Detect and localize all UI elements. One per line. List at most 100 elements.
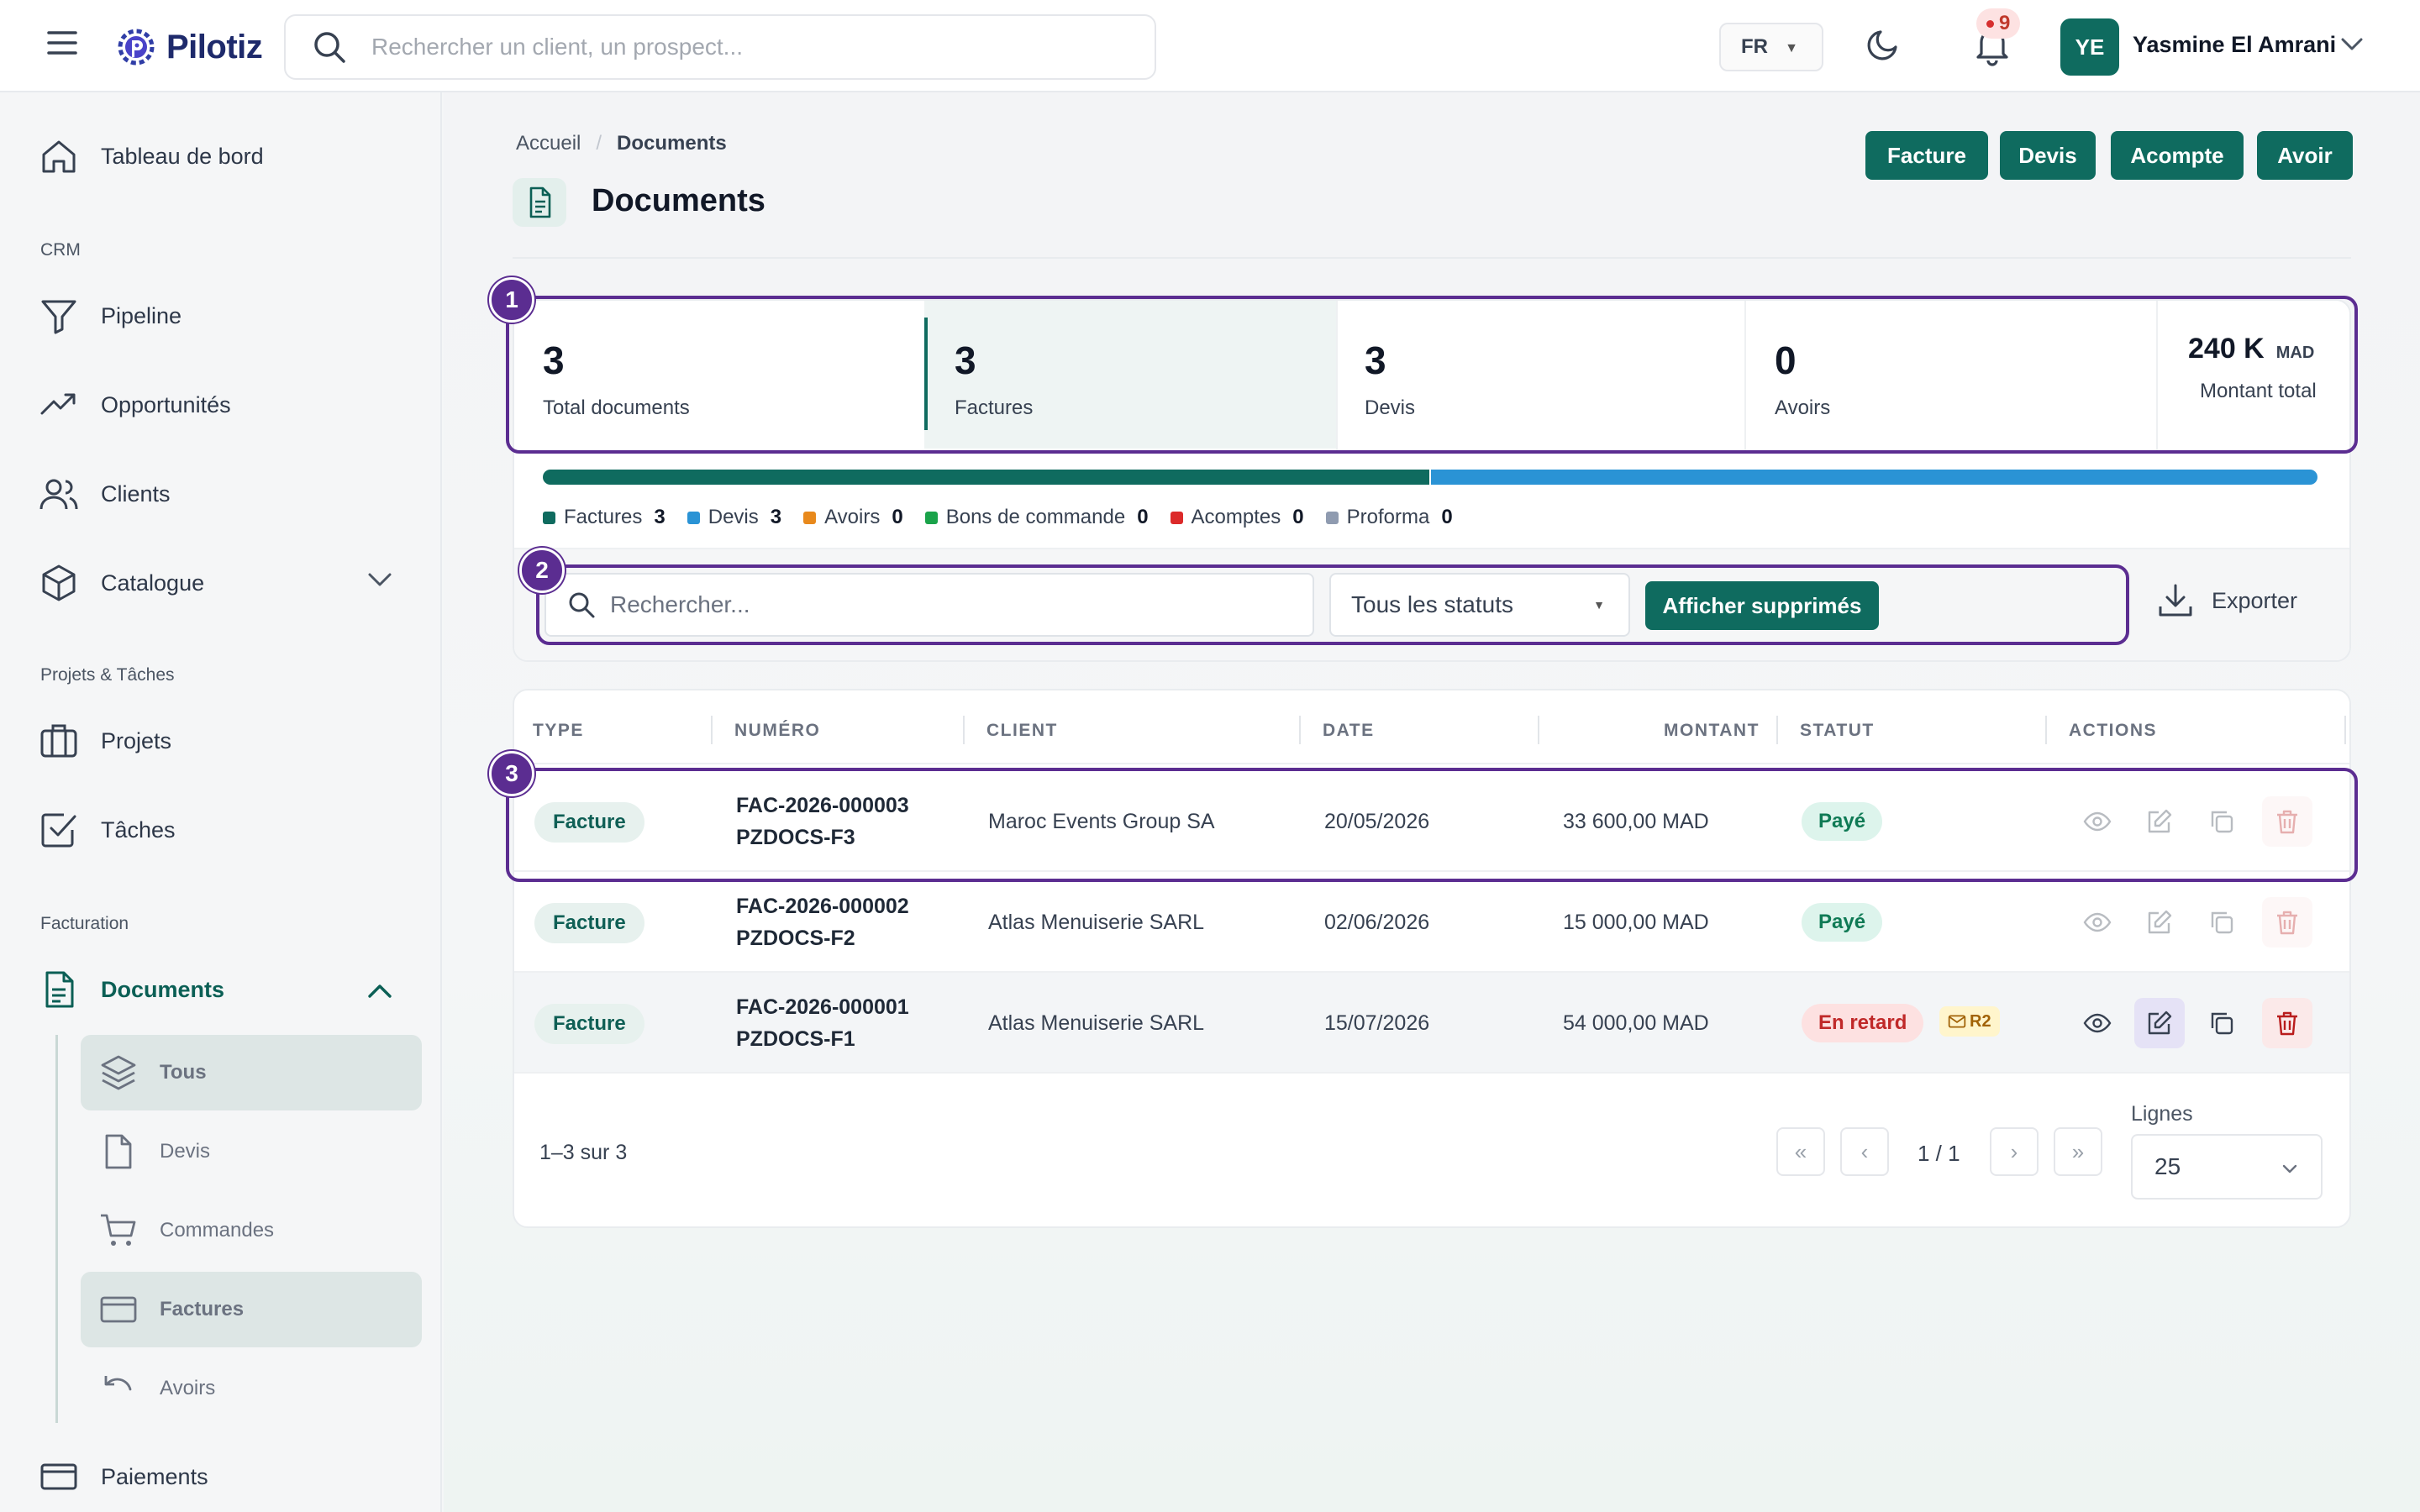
legend-label: Proforma — [1346, 506, 1430, 528]
page-title: Documents — [592, 183, 765, 218]
document-icon — [513, 178, 566, 227]
moon-icon[interactable] — [1864, 24, 1904, 64]
stat-quotes-value[interactable]: 3 — [1365, 338, 1386, 383]
document-number[interactable]: FAC-2026-000003 PZDOCS-F3 — [736, 790, 909, 853]
document-number[interactable]: FAC-2026-000002 PZDOCS-F2 — [736, 890, 909, 954]
delete-button[interactable] — [2262, 796, 2312, 847]
sidebar-subitem-label: Tous — [160, 1061, 207, 1084]
last-page-button[interactable]: » — [2054, 1127, 2102, 1176]
stat-amount: 240 K MAD — [2188, 333, 2314, 365]
new-credit-button[interactable]: Avoir — [2257, 131, 2353, 180]
column-header-number[interactable]: NUMÉRO — [734, 721, 820, 741]
file-icon — [105, 1134, 132, 1169]
chevron-down-icon[interactable] — [365, 564, 395, 595]
chevron-up-icon[interactable] — [365, 976, 395, 1006]
eye-icon — [2083, 811, 2112, 832]
delete-button[interactable] — [2262, 998, 2312, 1048]
menu-icon[interactable] — [45, 26, 79, 60]
stat-quotes-label[interactable]: Devis — [1365, 396, 1415, 420]
stat-invoices-label[interactable]: Factures — [955, 396, 1033, 420]
sidebar-subitem-label: Devis — [160, 1140, 211, 1163]
sidebar-subitem-quotes[interactable]: Devis — [81, 1114, 422, 1189]
sidebar-item-clients[interactable]: Clients — [39, 469, 171, 519]
export-button[interactable]: Exporter — [2156, 581, 2297, 620]
distribution-legend: Factures 3 Devis 3 Avoirs 0 Bons de commande 0 A… — [543, 506, 1453, 529]
sidebar-item-label: Catalogue — [101, 570, 205, 596]
view-button[interactable] — [2072, 998, 2123, 1048]
user-name[interactable]: Yasmine El Amrani — [2133, 32, 2336, 58]
submenu-rail — [55, 1035, 58, 1423]
sidebar-item-opportunities[interactable]: Opportunités — [39, 380, 231, 430]
client-name[interactable]: Atlas Menuiserie SARL — [988, 1011, 1204, 1036]
sidebar-item-documents[interactable]: Documents — [39, 964, 224, 1015]
sidebar-item-catalogue[interactable]: Catalogue — [39, 558, 204, 608]
document-number-primary: FAC-2026-000003 — [736, 794, 909, 817]
sidebar-subitem-invoices[interactable]: Factures — [81, 1272, 422, 1347]
app-logo[interactable]: Pilotiz — [111, 22, 263, 72]
sidebar-item-label: Pipeline — [101, 302, 182, 328]
search-icon — [314, 32, 345, 63]
duplicate-button[interactable] — [2196, 796, 2247, 847]
view-button[interactable] — [2072, 897, 2123, 948]
credit-card-icon — [40, 1463, 77, 1490]
stat-credits-value[interactable]: 0 — [1775, 338, 1797, 383]
sidebar-item-projects[interactable]: Projets — [39, 716, 171, 766]
next-page-button[interactable]: › — [1990, 1127, 2039, 1176]
prev-page-button[interactable]: ‹ — [1840, 1127, 1889, 1176]
new-invoice-button[interactable]: Facture — [1865, 131, 1988, 180]
rows-per-page-select[interactable]: 25 — [2131, 1134, 2323, 1200]
global-search-input[interactable] — [371, 34, 1111, 60]
edit-icon — [2148, 910, 2172, 934]
download-icon — [2159, 584, 2192, 617]
stat-credits-label[interactable]: Avoirs — [1775, 396, 1830, 420]
sidebar-item-tasks[interactable]: Tâches — [39, 805, 176, 855]
edit-button[interactable] — [2134, 897, 2185, 948]
document-number[interactable]: FAC-2026-000001 PZDOCS-F1 — [736, 991, 909, 1055]
column-header-client[interactable]: CLIENT — [986, 721, 1058, 741]
first-page-button[interactable]: « — [1776, 1127, 1825, 1176]
delete-button[interactable] — [2262, 897, 2312, 948]
client-name[interactable]: Atlas Menuiserie SARL — [988, 911, 1204, 935]
app-name: Pilotiz — [166, 28, 263, 66]
document-search[interactable] — [544, 573, 1314, 637]
breadcrumb-home[interactable]: Accueil — [516, 132, 581, 155]
view-button[interactable] — [2072, 796, 2123, 847]
show-deleted-button[interactable]: Afficher supprimés — [1645, 581, 1879, 630]
divider — [514, 763, 2349, 764]
status-filter-value: Tous les statuts — [1351, 591, 1513, 617]
sidebar-subitem-orders[interactable]: Commandes — [81, 1193, 422, 1268]
sidebar-item-dashboard[interactable]: Tableau de bord — [39, 131, 264, 181]
duplicate-button[interactable] — [2196, 897, 2247, 948]
new-deposit-button[interactable]: Acompte — [2111, 131, 2244, 180]
legend-item: Proforma 0 — [1325, 506, 1453, 529]
stat-invoices-value[interactable]: 3 — [955, 338, 976, 383]
column-header-status[interactable]: STATUT — [1800, 721, 1875, 741]
global-search[interactable] — [284, 14, 1156, 80]
sidebar-item-label: Clients — [101, 480, 171, 507]
checkbox-icon — [41, 813, 76, 848]
sidebar-subitem-label: Factures — [160, 1298, 245, 1320]
legend-swatch — [1325, 511, 1339, 524]
duplicate-button[interactable] — [2196, 998, 2247, 1048]
new-quote-button[interactable]: Devis — [2000, 131, 2096, 180]
document-reference: PZDOCS-F2 — [736, 927, 855, 950]
column-header-type[interactable]: TYPE — [533, 721, 584, 741]
sidebar-item-label: Tâches — [101, 816, 176, 843]
sidebar-item-payments[interactable]: Paiements — [39, 1452, 208, 1502]
language-select[interactable]: FR ▼ — [1719, 23, 1823, 71]
sidebar-item-pipeline[interactable]: Pipeline — [39, 291, 182, 341]
client-name[interactable]: Maroc Events Group SA — [988, 810, 1215, 834]
document-search-input[interactable] — [610, 591, 1299, 618]
sidebar-subitem-credits[interactable]: Avoirs — [81, 1351, 422, 1426]
chevron-down-icon[interactable] — [2338, 30, 2366, 59]
sidebar-subitem-all[interactable]: Tous — [81, 1035, 422, 1110]
column-header-date[interactable]: DATE — [1323, 721, 1375, 741]
legend-swatch — [803, 511, 817, 524]
edit-button[interactable] — [2134, 796, 2185, 847]
divider — [1336, 301, 1338, 450]
document-reference: PZDOCS-F3 — [736, 826, 855, 849]
avatar[interactable]: YE — [2060, 18, 2119, 76]
column-header-amount[interactable]: MONTANT — [1664, 721, 1760, 741]
status-filter-select[interactable]: Tous les statuts ▼ — [1329, 573, 1630, 637]
edit-button[interactable] — [2134, 998, 2185, 1048]
